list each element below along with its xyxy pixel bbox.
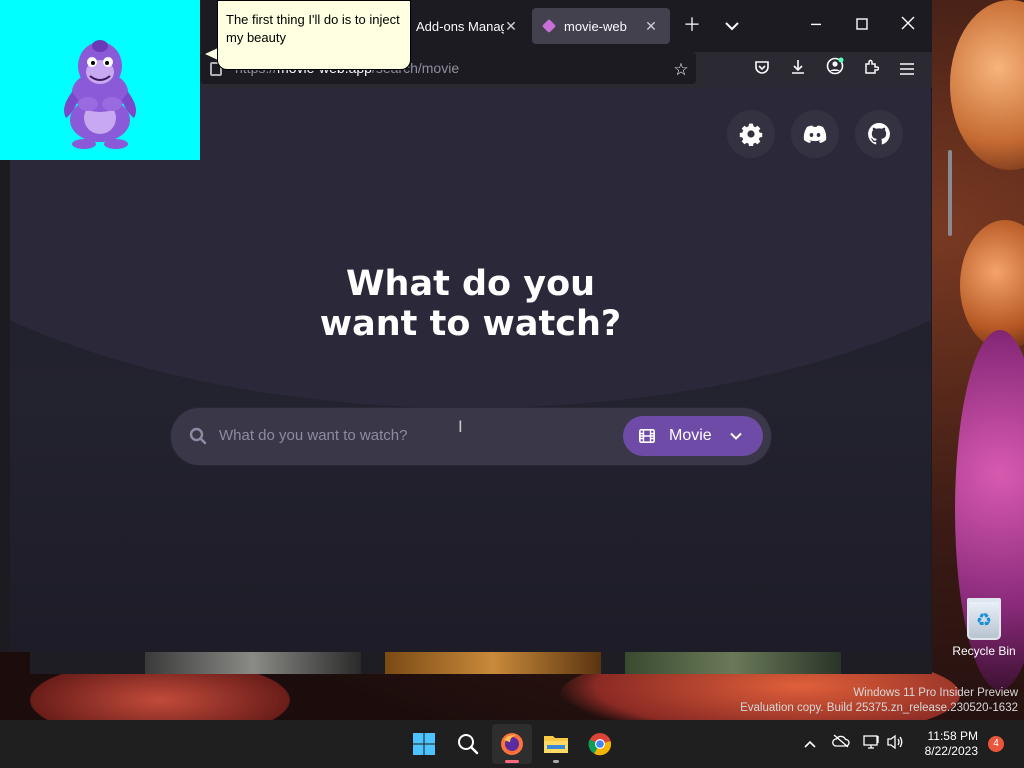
tab-label: Add-ons Manager — [416, 18, 504, 34]
recycle-bin-icon: ♻ — [967, 598, 1001, 640]
network-icon[interactable] — [862, 734, 882, 754]
media-type-dropdown[interactable]: Movie — [623, 416, 763, 456]
notification-badge[interactable]: 4 — [988, 736, 1004, 752]
recycle-bin[interactable]: ♻ Recycle Bin — [952, 598, 1016, 658]
text-cursor-icon: I — [458, 419, 463, 435]
github-button[interactable] — [855, 110, 903, 158]
downloads-icon[interactable] — [785, 57, 811, 83]
search-input[interactable]: What do you want to watch? — [219, 427, 407, 444]
taskbar: 11:58 PM 8/22/2023 4 — [0, 720, 1024, 768]
volume-icon[interactable] — [885, 734, 905, 754]
film-icon — [639, 429, 655, 443]
watermark-line: Windows 11 Pro Insider Preview — [853, 687, 1018, 699]
page-title-line: want to watch? — [319, 304, 622, 344]
taskbar-clock[interactable]: 11:58 PM 8/22/2023 — [916, 729, 978, 759]
media-type-label: Movie — [669, 427, 712, 444]
search-button[interactable] — [448, 724, 488, 764]
close-window-button[interactable] — [885, 10, 931, 40]
windows-logo-icon — [413, 733, 435, 755]
folder-icon — [544, 736, 568, 753]
tab-movie-web[interactable]: movie-web ✕ — [532, 8, 670, 44]
gear-icon — [739, 123, 763, 146]
account-icon[interactable] — [822, 57, 848, 83]
search-icon — [189, 427, 207, 445]
bookmark-star-icon[interactable]: ☆ — [668, 57, 694, 83]
close-tab-icon[interactable]: ✕ — [642, 17, 660, 35]
close-icon — [901, 16, 915, 30]
active-app-indicator — [505, 760, 519, 763]
maximize-button[interactable] — [839, 10, 885, 40]
pocket-icon[interactable] — [749, 57, 775, 83]
settings-button[interactable] — [727, 110, 775, 158]
page-title-line: What do you — [345, 264, 596, 304]
firefox-icon — [501, 733, 523, 755]
running-app-indicator — [553, 760, 559, 763]
page-scrollbar[interactable] — [948, 150, 952, 236]
search-bar[interactable]: What do you want to watch? Movie — [171, 408, 771, 465]
assistant-panel[interactable] — [0, 0, 200, 160]
close-tab-icon[interactable]: ✕ — [502, 17, 520, 35]
app-menu-icon[interactable] — [894, 57, 920, 83]
recycle-bin-label: Recycle Bin — [952, 644, 1016, 658]
search-icon — [458, 734, 479, 755]
discord-icon — [803, 125, 827, 143]
purple-gorilla-assistant-icon — [64, 40, 136, 149]
tab-addons-manager[interactable]: Add-ons Manager ✕ — [406, 8, 530, 44]
assistant-speech-bubble: The first thing I'll do is to inject my … — [217, 0, 411, 70]
tab-label: movie-web — [564, 18, 627, 34]
chevron-down-icon — [725, 22, 739, 31]
taskbar-chrome[interactable] — [580, 724, 620, 764]
taskbar-firefox[interactable] — [492, 724, 532, 764]
background-thumbnail — [385, 652, 601, 674]
show-hidden-icons-button[interactable] — [800, 734, 820, 754]
chevron-up-icon — [804, 740, 816, 748]
maximize-icon — [856, 18, 868, 30]
list-all-tabs-button[interactable] — [718, 12, 746, 40]
chrome-icon — [588, 733, 612, 756]
movie-web-favicon-icon — [542, 19, 556, 33]
github-icon — [868, 123, 890, 145]
wallpaper-shape — [950, 0, 1024, 170]
windows-watermark: Windows 11 Pro Insider Preview Evaluatio… — [740, 686, 1018, 716]
clock-time: 11:58 PM — [927, 729, 978, 743]
clock-date: 8/22/2023 — [924, 744, 978, 758]
start-button[interactable] — [404, 724, 444, 764]
discord-button[interactable] — [791, 110, 839, 158]
background-thumbnail — [625, 652, 841, 674]
wallpaper-shape — [960, 220, 1024, 350]
chevron-down-icon — [729, 432, 742, 440]
onedrive-offline-icon[interactable] — [831, 734, 851, 754]
taskbar-file-explorer[interactable] — [536, 724, 576, 764]
page-title: What do you want to watch? — [10, 264, 931, 344]
watermark-line: Evaluation copy. Build 25375.zn_release.… — [740, 702, 1018, 714]
minimize-button[interactable]: ─ — [793, 10, 839, 40]
new-tab-button[interactable]: ＋ — [678, 12, 706, 40]
extensions-icon[interactable] — [858, 57, 884, 83]
background-thumbnail — [145, 652, 361, 674]
web-page: What do you want to watch? What do you w… — [10, 88, 931, 652]
